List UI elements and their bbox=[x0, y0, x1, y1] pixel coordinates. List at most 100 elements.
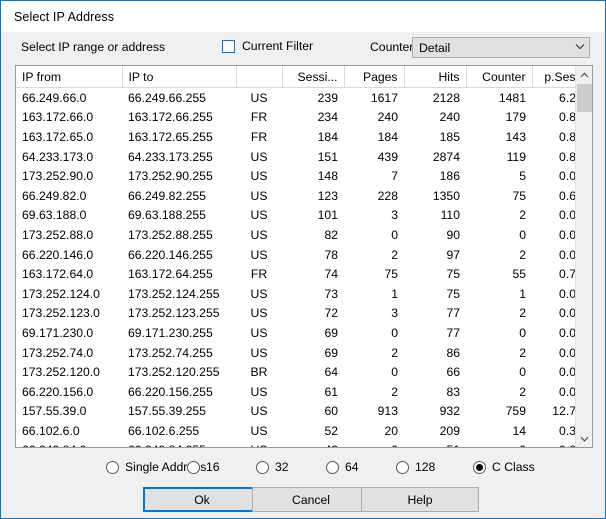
cell-pages: 20 bbox=[384, 423, 398, 438]
cell-counter: 143 bbox=[505, 129, 526, 144]
table-row[interactable]: 163.172.66.0 163.172.66.255 FR 234 240 240 179… bbox=[16, 108, 575, 128]
table-row[interactable]: 163.172.64.0163.172.64.255FR747575550.77… bbox=[16, 264, 575, 284]
column-header-hits[interactable]: Hits bbox=[404, 66, 467, 88]
table-row[interactable]: 66.220.146.066.220.146.255US7829720.0100… bbox=[16, 245, 575, 265]
radio-label: 16 bbox=[206, 460, 220, 474]
cell-counter: 14 bbox=[512, 423, 526, 438]
cell-hits: 77 bbox=[446, 306, 460, 321]
current-filter-group[interactable]: Current Filter bbox=[222, 39, 313, 53]
radio-label: C Class bbox=[492, 460, 535, 474]
cell-hits: 51 bbox=[404, 441, 466, 447]
table-row[interactable]: 69.63.188.069.63.188.255US101311020.067% bbox=[16, 206, 575, 226]
radio-option-16[interactable]: 16 bbox=[187, 460, 220, 474]
radio-indicator[interactable] bbox=[187, 460, 200, 474]
radio-indicator[interactable] bbox=[396, 460, 409, 474]
column-header-p-ses[interactable]: p.Ses bbox=[532, 66, 575, 88]
chevron-down-icon bbox=[571, 43, 589, 53]
select-ip-address-dialog: Select IP Address Select IP range or add… bbox=[0, 0, 606, 519]
cell-sessions: 61 bbox=[324, 384, 338, 399]
radio-indicator[interactable] bbox=[326, 460, 339, 474]
column-header-sessions[interactable]: Sessi... bbox=[282, 66, 345, 88]
cell-sessions: 43 bbox=[282, 441, 344, 447]
cell-ip_to: 64.233.173.255 bbox=[128, 149, 213, 164]
cell-hits: 77 bbox=[446, 325, 460, 340]
cell-sessions: 69 bbox=[324, 325, 338, 340]
cell-country: US bbox=[250, 306, 268, 321]
cell-p_ses: 0.0 bbox=[559, 306, 575, 321]
radio-option-c-class[interactable]: C Class bbox=[473, 460, 535, 474]
cell-sessions: 148 bbox=[317, 169, 338, 184]
radio-indicator[interactable] bbox=[106, 460, 119, 474]
radio-label: 64 bbox=[345, 460, 359, 474]
table-row[interactable]: 66.249.82.0 66.249.82.255 US 123 228 1350 75 0.… bbox=[16, 186, 575, 206]
table-row[interactable]: 64.233.173.0 64.233.173.255 US 151 439 2874 11… bbox=[16, 147, 575, 167]
counter-label: Counter bbox=[370, 40, 414, 54]
radio-option-128[interactable]: 128 bbox=[396, 460, 435, 474]
cell-pages: 7 bbox=[391, 169, 398, 184]
table-row[interactable]: 173.252.123.0173.252.123.255US7237720.06… bbox=[16, 304, 575, 324]
cell-country: US bbox=[250, 227, 268, 242]
table-row[interactable]: 66.249.66.0 66.249.66.255 US 239 1617 2128 148… bbox=[16, 88, 575, 108]
cell-ip_from: 66.249.66.0 bbox=[22, 90, 87, 105]
cell-pages: 75 bbox=[384, 267, 398, 282]
radio-option-32[interactable]: 32 bbox=[256, 460, 289, 474]
cell-ip_from: 66.102.6.0 bbox=[22, 423, 80, 438]
cell-ip_to: 66.249.84.255 bbox=[122, 441, 236, 447]
cell-sessions: 72 bbox=[324, 306, 338, 321]
help-button[interactable]: Help bbox=[361, 487, 479, 512]
radio-indicator[interactable] bbox=[256, 460, 269, 474]
cell-p_ses: 0.7 bbox=[559, 267, 575, 282]
cell-p_ses: 0.0 bbox=[559, 286, 575, 301]
cell-ip_to: 163.172.64.255 bbox=[128, 267, 213, 282]
table-row[interactable]: 157.55.39.0 157.55.39.255 US 60 913 932 759 12.… bbox=[16, 402, 575, 422]
column-header-ip-to[interactable]: IP to bbox=[122, 66, 237, 88]
radio-indicator[interactable] bbox=[473, 460, 486, 474]
cell-ip_from: 173.252.120.0 bbox=[22, 365, 100, 380]
cell-counter: 1481 bbox=[498, 90, 526, 105]
table-row[interactable]: 66.249.84.066.249.84.255US4305100.00% bbox=[16, 441, 575, 447]
cancel-button[interactable]: Cancel bbox=[252, 487, 370, 512]
cell-counter: 55 bbox=[512, 267, 526, 282]
title-bar: Select IP Address bbox=[1, 1, 605, 32]
cell-p_ses: 0.3 bbox=[559, 423, 575, 438]
column-header-ip-from[interactable]: IP from bbox=[16, 66, 123, 88]
cell-ip_from: 64.233.173.0 bbox=[22, 149, 94, 164]
cell-counter: 2 bbox=[519, 306, 526, 321]
counter-dropdown[interactable]: Detail bbox=[412, 37, 590, 58]
cell-sessions: 78 bbox=[324, 247, 338, 262]
column-header-country[interactable] bbox=[236, 66, 283, 88]
cell-hits: 90 bbox=[446, 227, 460, 242]
scroll-up-icon[interactable] bbox=[576, 66, 592, 83]
table-row[interactable]: 173.252.88.0173.252.88.255US8209000.00% bbox=[16, 225, 575, 245]
ok-button[interactable]: Ok bbox=[143, 487, 261, 512]
cell-ip_to: 66.220.156.255 bbox=[128, 384, 213, 399]
cell-counter: 2 bbox=[519, 384, 526, 399]
table-row[interactable]: 173.252.124.0173.252.124.255US7317510.01… bbox=[16, 284, 575, 304]
ip-range-radio-group: Single Address 16 32 64 128 C Class bbox=[1, 454, 605, 480]
cell-hits: 2128 bbox=[432, 90, 460, 105]
scrollbar-thumb[interactable] bbox=[577, 84, 592, 112]
table-row[interactable]: 66.102.6.066.102.6.255US5220209140.370% bbox=[16, 421, 575, 441]
scroll-down-icon[interactable] bbox=[576, 430, 592, 447]
cell-p_ses: 0.0 bbox=[559, 384, 575, 399]
column-header-pages[interactable]: Pages bbox=[344, 66, 405, 88]
table-row[interactable]: 69.171.230.069.171.230.255US6907700.00% bbox=[16, 323, 575, 343]
vertical-scrollbar[interactable] bbox=[575, 66, 592, 447]
table-row[interactable]: 66.220.156.066.220.156.255US6128320.0100… bbox=[16, 382, 575, 402]
current-filter-checkbox[interactable] bbox=[222, 39, 235, 53]
cell-hits: 110 bbox=[440, 208, 460, 223]
cell-ip_from: 163.172.66.0 bbox=[22, 110, 94, 125]
table-row[interactable]: 173.252.90.0173.252.90.255US148718650.07… bbox=[16, 166, 575, 186]
cell-ip_to: 66.249.66.255 bbox=[128, 90, 206, 105]
cell-p_ses: 0.0 bbox=[559, 227, 575, 242]
column-header-counter[interactable]: Counter bbox=[466, 66, 533, 88]
cell-hits: 97 bbox=[446, 247, 460, 262]
cell-country: FR bbox=[250, 110, 268, 125]
ip-address-grid[interactable]: IP from IP to Sessi... Pages Hits Counte… bbox=[15, 65, 593, 448]
cell-pages: 1617 bbox=[370, 90, 398, 105]
table-row[interactable]: 173.252.120.0173.252.120.255BR6406600.00… bbox=[16, 362, 575, 382]
radio-option-64[interactable]: 64 bbox=[326, 460, 359, 474]
cell-sessions: 82 bbox=[324, 227, 338, 242]
table-row[interactable]: 173.252.74.0173.252.74.255US6928620.0100… bbox=[16, 343, 575, 363]
table-row[interactable]: 163.172.65.0 163.172.65.255 FR 184 184 185 143… bbox=[16, 127, 575, 147]
